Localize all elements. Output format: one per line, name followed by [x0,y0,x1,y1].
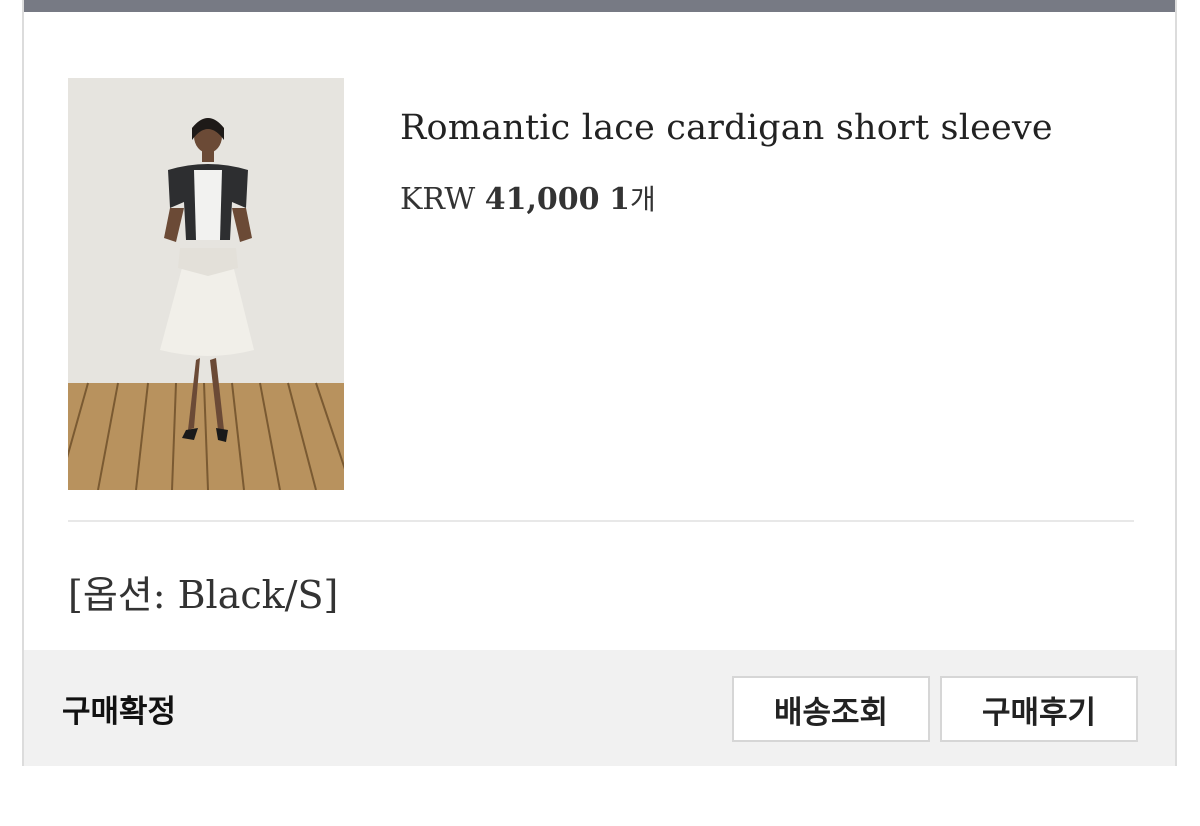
price-amount: 41,000 [484,182,600,217]
card-top-bar [24,0,1175,12]
quantity-unit: 개 [629,183,656,216]
write-review-button[interactable]: 구매후기 [940,676,1138,742]
option-text: [옵션: Black/S] [68,573,339,617]
price-currency: KRW [400,182,476,217]
order-status: 구매확정 [62,694,177,730]
product-title[interactable]: Romantic lace cardigan short sleeve [400,108,1053,148]
product-image[interactable] [68,78,344,490]
card-footer: 구매확정 배송조회 구매후기 [24,650,1175,766]
order-item-card: Romantic lace cardigan short sleeve KRW … [22,0,1177,766]
product-price-line: KRW 41,000 1개 [400,178,656,218]
divider [68,520,1134,522]
quantity-value: 1 [609,182,630,217]
track-delivery-button[interactable]: 배송조회 [732,676,930,742]
